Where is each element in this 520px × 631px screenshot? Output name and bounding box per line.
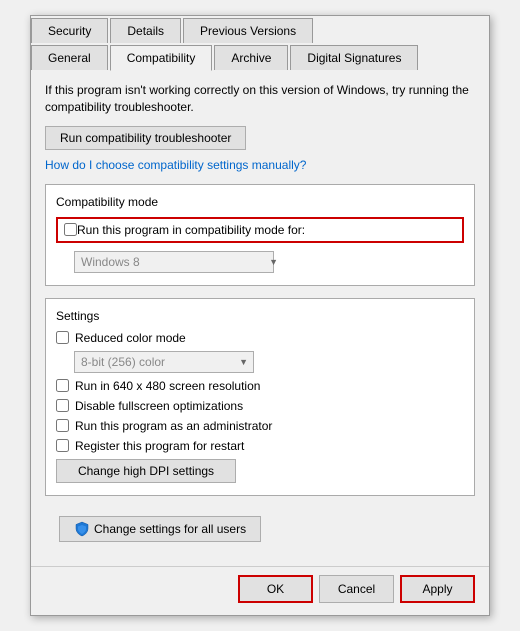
- tab-digital-signatures[interactable]: Digital Signatures: [290, 45, 418, 70]
- fullscreen-checkbox[interactable]: [56, 399, 69, 412]
- reduced-color-label: Reduced color mode: [75, 331, 186, 345]
- fullscreen-row: Disable fullscreen optimizations: [56, 399, 464, 413]
- tab-details[interactable]: Details: [110, 18, 181, 43]
- resolution-row: Run in 640 x 480 screen resolution: [56, 379, 464, 393]
- dialog-footer: OK Cancel Apply: [31, 566, 489, 615]
- resolution-checkbox[interactable]: [56, 379, 69, 392]
- color-mode-select[interactable]: 8-bit (256) color: [74, 351, 254, 373]
- properties-dialog: Security Details Previous Versions Gener…: [30, 15, 490, 616]
- change-all-users-label: Change settings for all users: [94, 522, 246, 536]
- tab-row-1: Security Details Previous Versions: [31, 16, 489, 43]
- change-dpi-button[interactable]: Change high DPI settings: [56, 459, 236, 483]
- run-troubleshooter-button[interactable]: Run compatibility troubleshooter: [45, 126, 246, 150]
- tab-row-2: General Compatibility Archive Digital Si…: [31, 43, 489, 70]
- reduced-color-row: Reduced color mode: [56, 331, 464, 345]
- tab-compatibility[interactable]: Compatibility: [110, 45, 213, 71]
- color-mode-wrapper: 8-bit (256) color: [74, 351, 254, 373]
- admin-row: Run this program as an administrator: [56, 419, 464, 433]
- change-all-users-button[interactable]: Change settings for all users: [59, 516, 261, 542]
- bottom-bar: Change settings for all users: [45, 508, 475, 554]
- description-text: If this program isn't working correctly …: [45, 82, 475, 116]
- help-link[interactable]: How do I choose compatibility settings m…: [45, 158, 475, 172]
- compat-mode-checkbox-row: Run this program in compatibility mode f…: [56, 217, 464, 243]
- compat-mode-label: Run this program in compatibility mode f…: [77, 223, 305, 237]
- compat-mode-title: Compatibility mode: [56, 195, 464, 209]
- restart-label: Register this program for restart: [75, 439, 244, 453]
- ok-button[interactable]: OK: [238, 575, 313, 603]
- tab-archive[interactable]: Archive: [214, 45, 288, 70]
- tab-security[interactable]: Security: [31, 18, 108, 43]
- resolution-label: Run in 640 x 480 screen resolution: [75, 379, 260, 393]
- apply-button[interactable]: Apply: [400, 575, 475, 603]
- admin-checkbox[interactable]: [56, 419, 69, 432]
- reduced-color-checkbox[interactable]: [56, 331, 69, 344]
- shield-icon: [74, 521, 90, 537]
- restart-row: Register this program for restart: [56, 439, 464, 453]
- tab-previous-versions[interactable]: Previous Versions: [183, 18, 313, 43]
- windows-version-select[interactable]: Windows 8: [74, 251, 274, 273]
- compatibility-mode-section: Compatibility mode Run this program in c…: [45, 184, 475, 286]
- cancel-button[interactable]: Cancel: [319, 575, 394, 603]
- restart-checkbox[interactable]: [56, 439, 69, 452]
- admin-label: Run this program as an administrator: [75, 419, 272, 433]
- content-area: If this program isn't working correctly …: [31, 70, 489, 566]
- settings-section: Settings Reduced color mode 8-bit (256) …: [45, 298, 475, 496]
- windows-version-wrapper: Windows 8: [74, 251, 284, 273]
- compat-mode-checkbox[interactable]: [64, 223, 77, 236]
- tab-general[interactable]: General: [31, 45, 108, 70]
- settings-title: Settings: [56, 309, 464, 323]
- fullscreen-label: Disable fullscreen optimizations: [75, 399, 243, 413]
